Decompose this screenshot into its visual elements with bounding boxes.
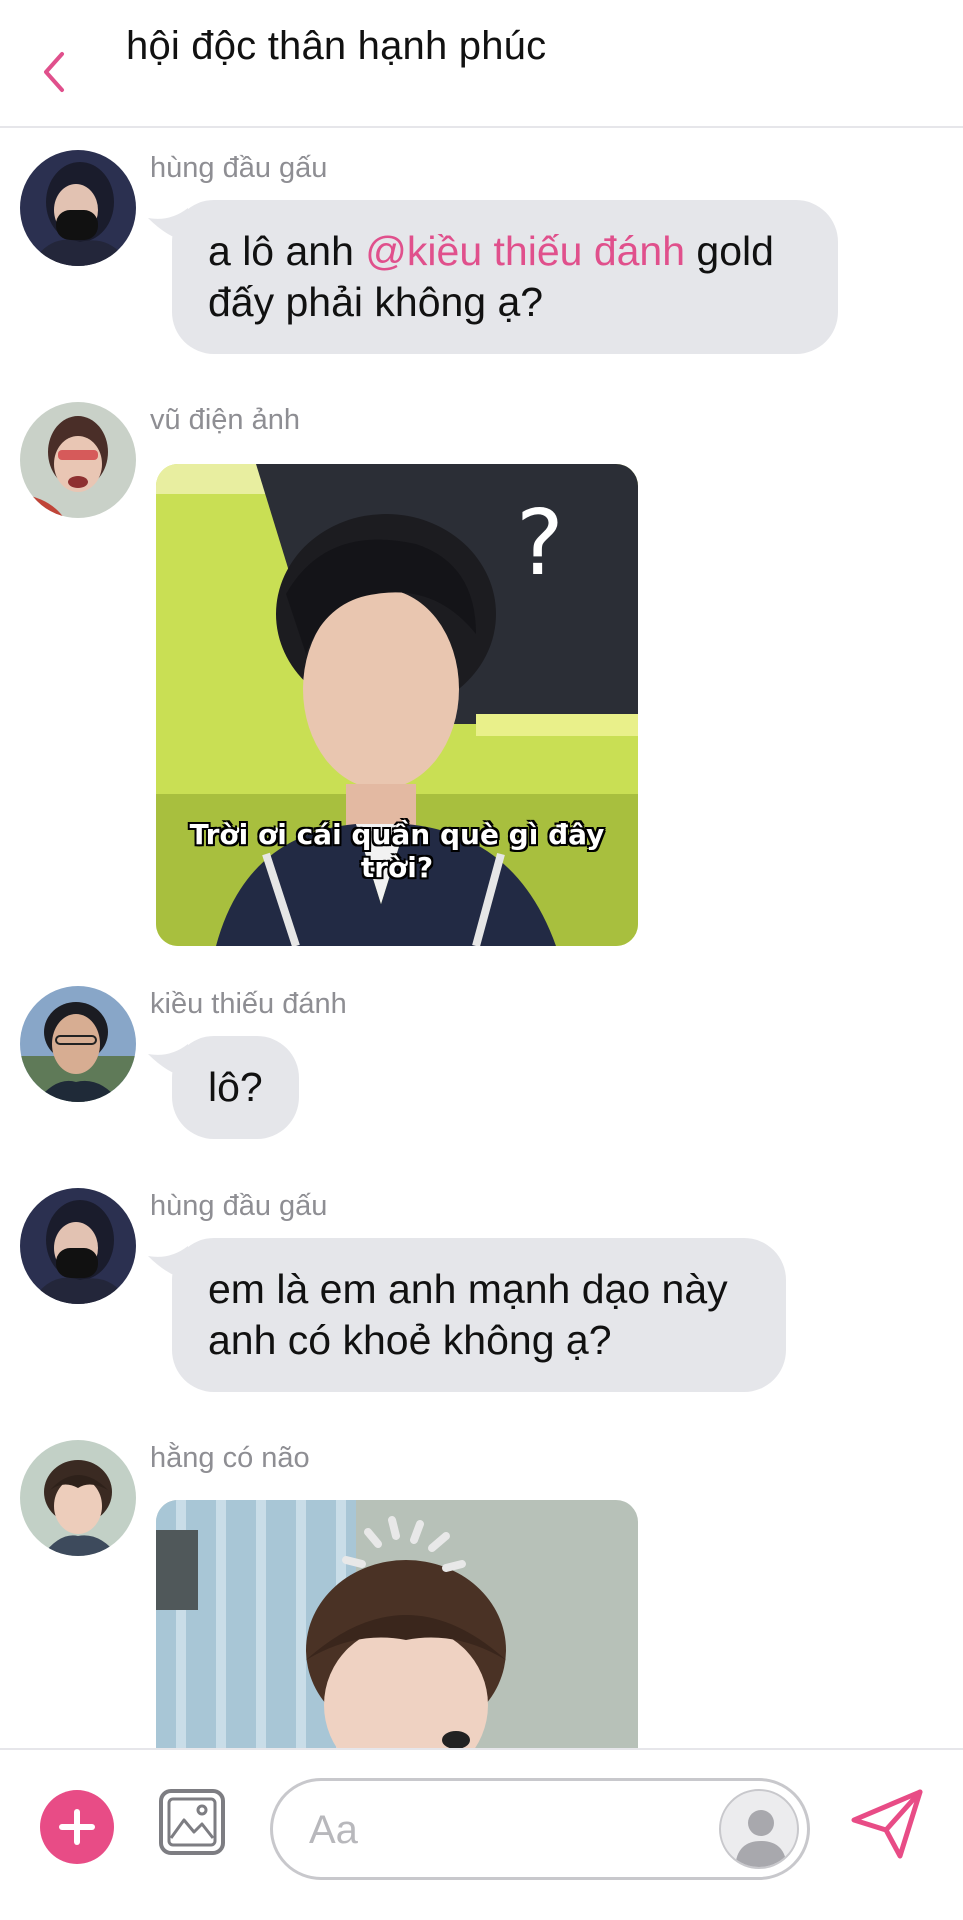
avatar[interactable] <box>20 1440 136 1556</box>
shared-image[interactable]: ? Trời ơi cái quần què gì đây trời? <box>156 464 638 946</box>
avatar[interactable] <box>20 402 136 518</box>
add-button[interactable] <box>40 1790 114 1864</box>
message-text: a lô anh <box>208 228 366 274</box>
chevron-left-icon <box>44 52 64 92</box>
avatar[interactable] <box>20 986 136 1102</box>
sender-name: hùng đầu gấu <box>150 152 328 184</box>
sender-name: hùng đầu gấu <box>150 1190 328 1222</box>
image-icon <box>159 1789 225 1855</box>
send-icon <box>851 1789 923 1859</box>
chat-screen: hội độc thân hạnh phúc hùng đầu gấu a lô… <box>0 0 963 1920</box>
sender-name: vũ điện ảnh <box>150 404 300 436</box>
message-input-wrapper[interactable] <box>270 1778 810 1880</box>
avatar[interactable] <box>20 1188 136 1304</box>
message-bubble[interactable]: em là em anh mạnh dạo này anh có khoẻ kh… <box>172 1238 786 1392</box>
avatar-placeholder-icon[interactable] <box>719 1789 799 1869</box>
chat-header: hội độc thân hạnh phúc <box>0 0 963 128</box>
send-button[interactable] <box>848 1786 926 1862</box>
message-bubble[interactable]: a lô anh @kiều thiếu đánh gold đấy phải … <box>172 200 838 354</box>
user-mention[interactable]: @kiều thiếu đánh <box>365 228 685 274</box>
plus-icon <box>59 1809 95 1845</box>
sender-name: hằng có não <box>150 1442 310 1474</box>
message-bubble[interactable]: lô? <box>172 1036 299 1139</box>
message-composer <box>0 1748 963 1920</box>
back-button[interactable] <box>28 36 88 108</box>
shared-image[interactable] <box>156 1500 638 1748</box>
image-caption: Trời ơi cái quần què gì đây trời? <box>189 818 605 884</box>
svg-text:?: ? <box>516 491 564 596</box>
message-input[interactable] <box>309 1801 669 1859</box>
image-button[interactable] <box>158 1788 226 1856</box>
sender-name: kiều thiếu đánh <box>150 988 347 1020</box>
avatar[interactable] <box>20 150 136 266</box>
chat-title: hội độc thân hạnh phúc <box>126 24 547 68</box>
